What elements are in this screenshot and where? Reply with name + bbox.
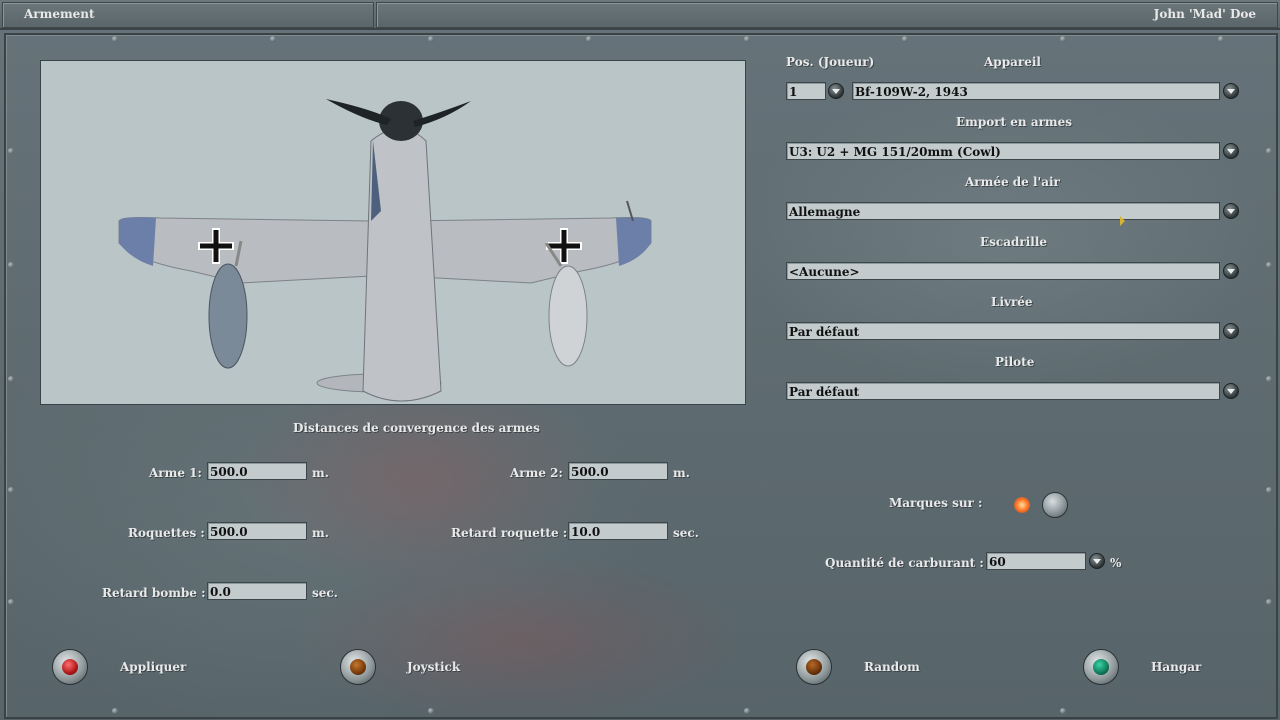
marques-label: Marques sur : [889,496,983,510]
carburant-unit: % [1110,556,1122,570]
rivet [1266,599,1272,605]
retard-bombe-label: Retard bombe : [102,586,206,600]
appareil-field[interactable]: Bf-109W-2, 1943 [852,82,1220,100]
retard-roquette-unit: sec. [673,526,699,540]
roquettes-unit: m. [312,526,329,540]
carburant-label: Quantité de carburant : [825,556,984,570]
rivet [8,599,14,605]
carburant-field[interactable]: 60 [986,552,1086,570]
rivet [1266,262,1272,268]
armee-label: Armée de l'air [965,175,1060,189]
pilote-label: Pilote [995,355,1035,369]
random-label[interactable]: Random [864,660,920,674]
rivet [112,708,118,714]
rivet [744,708,750,714]
rivet [8,487,14,493]
livree-field[interactable]: Par défaut [786,322,1220,340]
rivet [1266,487,1272,493]
hangar-button-lamp [1093,659,1109,675]
rivet [744,36,750,42]
emport-field[interactable]: U3: U2 + MG 151/20mm (Cowl) [786,142,1220,160]
user-name: John 'Mad' Doe [1153,7,1256,21]
aircraft-model-image [118,99,652,402]
pilote-dropdown-button[interactable] [1223,383,1239,399]
rivet [112,36,118,42]
escadrille-field[interactable]: <Aucune> [786,262,1220,280]
arme2-field[interactable]: 500.0 [568,462,668,480]
armee-dropdown-button[interactable] [1223,203,1239,219]
carburant-dropdown-button[interactable] [1089,553,1105,569]
rivet [8,262,14,268]
pos-field[interactable]: 1 [786,82,826,100]
emport-dropdown-button[interactable] [1223,143,1239,159]
livree-label: Livrée [991,295,1033,309]
roquettes-label: Roquettes : [128,526,205,540]
rivet [1218,36,1224,42]
rivet [1060,36,1066,42]
livree-dropdown-button[interactable] [1223,323,1239,339]
pos-dropdown-button[interactable] [828,83,844,99]
window-title: Armement [24,7,95,21]
joystick-button-lamp [350,659,366,675]
marques-toggle[interactable] [1042,492,1068,518]
pilote-field[interactable]: Par défaut [786,382,1220,400]
joystick-button[interactable] [340,649,376,685]
arme2-label: Arme 2: [510,466,563,480]
arme1-unit: m. [312,466,329,480]
rivet [428,36,434,42]
roquettes-field[interactable]: 500.0 [207,522,307,540]
appliquer-button[interactable] [52,649,88,685]
random-button[interactable] [796,649,832,685]
emport-label: Emport en armes [956,115,1073,129]
joystick-label[interactable]: Joystick [407,660,460,674]
mouse-cursor [1120,216,1125,226]
rivet [902,36,908,42]
rivet [1266,376,1272,382]
armee-field[interactable]: Allemagne [786,202,1220,220]
arme1-field[interactable]: 500.0 [207,462,307,480]
retard-roquette-field[interactable]: 10.0 [568,522,668,540]
convergence-title: Distances de convergence des armes [293,421,540,435]
rivet [1266,148,1272,154]
appareil-dropdown-button[interactable] [1223,83,1239,99]
marques-indicator-lamp [1014,497,1030,513]
hangar-button[interactable] [1083,649,1119,685]
rivet [270,36,276,42]
title-bar-right-segment [376,2,1278,28]
appareil-label: Appareil [984,55,1041,69]
escadrille-dropdown-button[interactable] [1223,263,1239,279]
retard-bombe-field[interactable]: 0.0 [207,582,307,600]
arme2-unit: m. [673,466,690,480]
retard-roquette-label: Retard roquette : [451,526,568,540]
rivet [586,36,592,42]
title-bar: Armement John 'Mad' Doe [0,0,1280,30]
pos-label: Pos. (Joueur) [786,55,875,69]
appliquer-button-lamp [62,659,78,675]
rivet [428,708,434,714]
hangar-label[interactable]: Hangar [1151,660,1201,674]
aircraft-preview[interactable] [40,60,746,405]
random-button-lamp [806,659,822,675]
retard-bombe-unit: sec. [312,586,338,600]
arme1-label: Arme 1: [149,466,202,480]
rivet [1060,708,1066,714]
appliquer-label[interactable]: Appliquer [120,660,186,674]
escadrille-label: Escadrille [980,235,1048,249]
rivet [8,148,14,154]
rivet [8,376,14,382]
